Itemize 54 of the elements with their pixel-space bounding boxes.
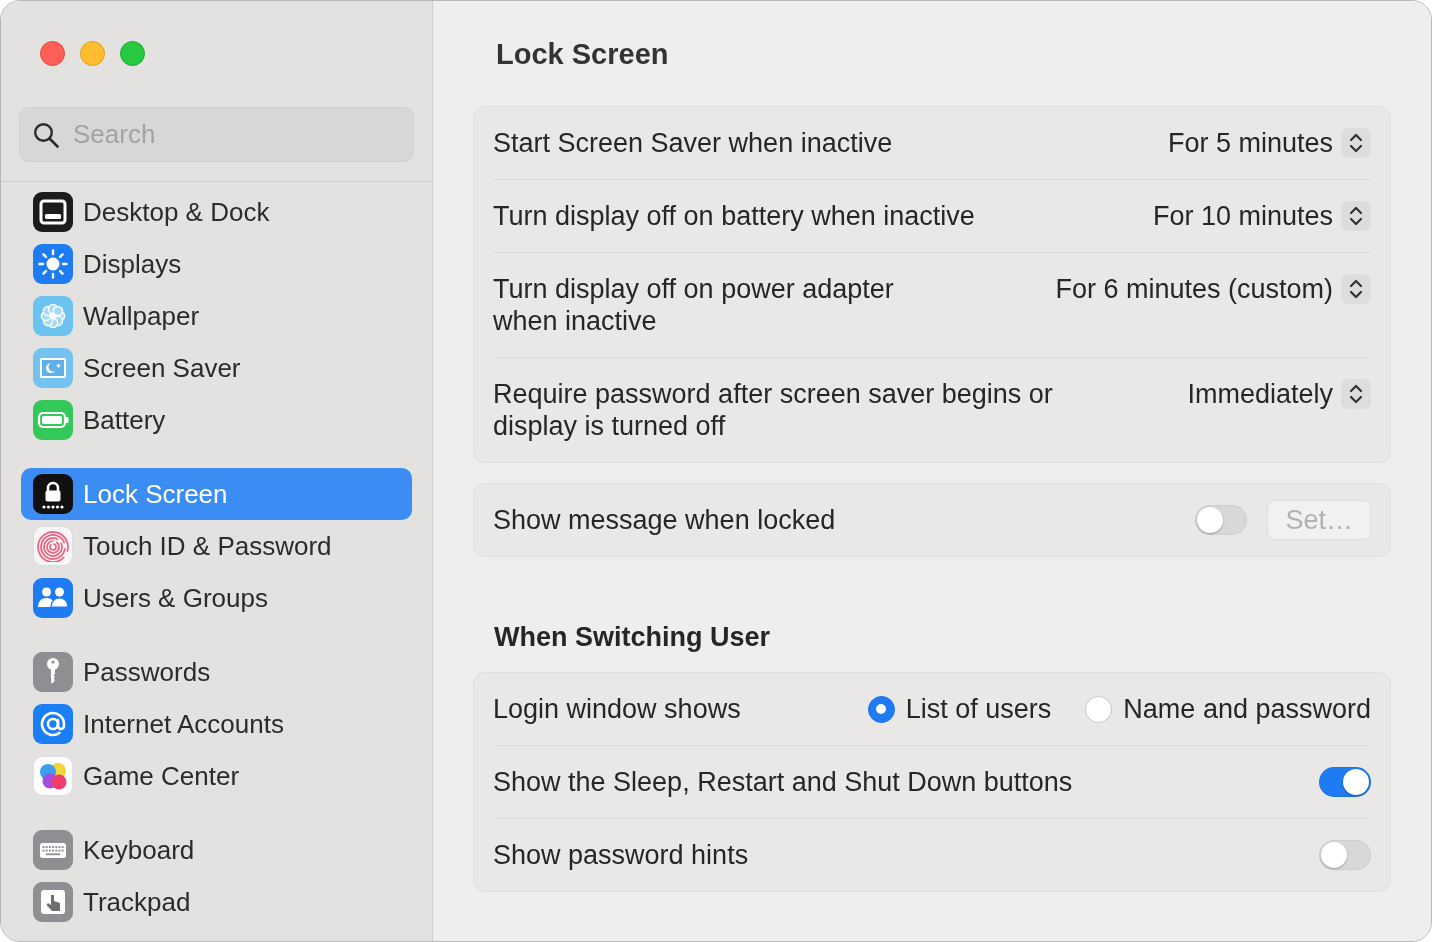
setting-label: Turn display off on battery when inactive [493, 200, 976, 232]
toggle-switch[interactable] [1319, 767, 1371, 797]
minimize-button[interactable] [80, 41, 105, 66]
sidebar-item[interactable]: Trackpad [21, 876, 412, 928]
option-label: List of users [905, 693, 1052, 725]
popup-button[interactable]: For 5 minutes [1167, 127, 1371, 159]
battery-icon [33, 400, 73, 440]
popup-button[interactable]: For 6 minutes (custom) [1055, 273, 1371, 305]
window-icon [33, 192, 73, 232]
hand-pointer-icon [33, 882, 73, 922]
setting-label: Show the Sleep, Restart and Shut Down buttons [493, 766, 1074, 798]
setting-label: Show message when locked [493, 504, 837, 536]
setting-label: Login window shows [493, 693, 742, 725]
people-icon [33, 578, 73, 618]
sidebar-item[interactable]: Passwords [21, 646, 412, 698]
zoom-button[interactable] [120, 41, 145, 66]
sidebar-item[interactable]: Internet Accounts [21, 698, 412, 750]
setting-label: Turn display off on power adapter when inactive [493, 273, 895, 337]
popup-button[interactable]: For 10 minutes [1152, 200, 1371, 232]
lock-icon [33, 474, 73, 514]
search-icon [33, 122, 59, 148]
sidebar-item[interactable]: Screen Saver [21, 342, 412, 394]
sidebar-item[interactable]: Wallpaper [21, 290, 412, 342]
setting-label: Show password hints [493, 839, 750, 871]
at-sign-icon [33, 704, 73, 744]
sidebar-item[interactable]: Desktop & Dock [21, 186, 412, 238]
page-title: Lock Screen [496, 38, 670, 70]
sidebar-item[interactable]: Displays [21, 238, 412, 290]
fingerprint-icon [33, 526, 73, 566]
sun-icon [33, 244, 73, 284]
radio-button[interactable] [1085, 695, 1113, 723]
sidebar-item[interactable]: Keyboard [21, 824, 412, 876]
toggle-switch[interactable] [1195, 505, 1248, 535]
bubbles-icon [33, 756, 73, 796]
option-label: Name and password [1123, 693, 1371, 725]
chevron-up-down-icon [1341, 274, 1371, 304]
chevron-up-down-icon [1341, 379, 1371, 409]
section-heading: When Switching User [494, 621, 772, 653]
chevron-up-down-icon [1341, 128, 1371, 158]
setting-label: Require password after screen saver begins or display is turned off [493, 378, 1054, 442]
key-icon [33, 652, 73, 692]
sidebar-item[interactable]: Users & Groups [21, 572, 412, 624]
flower-icon [33, 296, 73, 336]
keyboard-icon [33, 830, 73, 870]
close-button[interactable] [40, 41, 65, 66]
popup-button[interactable]: Immediately [1187, 378, 1371, 410]
sidebar-item[interactable]: Battery [21, 394, 412, 446]
setting-label: Start Screen Saver when inactive [493, 127, 894, 159]
sidebar-item[interactable]: Game Center [21, 750, 412, 802]
radio-button[interactable] [867, 695, 895, 723]
toggle-switch[interactable] [1319, 840, 1371, 870]
sidebar-item[interactable]: Touch ID & Password [21, 520, 412, 572]
moon-screen-icon [33, 348, 73, 388]
chevron-up-down-icon [1341, 201, 1371, 231]
